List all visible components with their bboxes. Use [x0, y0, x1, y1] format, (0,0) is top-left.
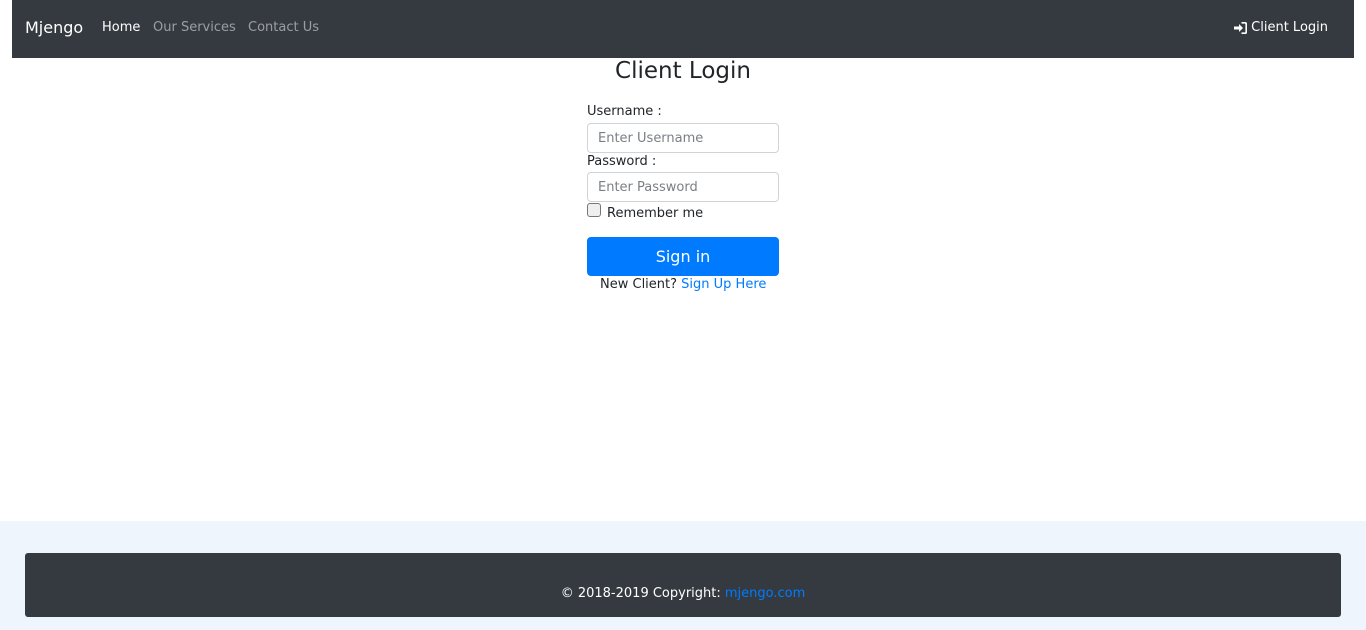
page-title: Client Login: [615, 58, 751, 84]
password-label: Password :: [587, 154, 657, 169]
sign-in-button[interactable]: Sign in: [587, 237, 779, 276]
username-label: Username :: [587, 104, 662, 119]
navbar: Mjengo Home Our Services Contact Us Clie…: [12, 0, 1354, 58]
footer: © 2018-2019 Copyright: mjengo.com: [25, 553, 1341, 617]
nav-link-our-services[interactable]: Our Services: [153, 20, 236, 36]
nav-link-contact-us[interactable]: Contact Us: [248, 20, 319, 36]
username-input[interactable]: [587, 123, 779, 153]
sign-up-link[interactable]: Sign Up Here: [681, 277, 766, 292]
copyright-text: © 2018-2019 Copyright:: [560, 586, 721, 601]
nav-client-login[interactable]: Client Login: [1234, 20, 1328, 36]
remember-me-label[interactable]: Remember me: [607, 206, 703, 222]
new-client-text: New Client?: [600, 277, 678, 292]
site-link[interactable]: mjengo.com: [725, 586, 805, 601]
nav-link-home[interactable]: Home: [102, 20, 140, 36]
brand-logo[interactable]: Mjengo: [25, 18, 83, 38]
new-client-prompt: New Client? Sign Up Here: [600, 277, 766, 293]
copyright: © 2018-2019 Copyright: mjengo.com: [25, 586, 1341, 602]
nav-client-login-label: Client Login: [1251, 20, 1328, 35]
remember-me-checkbox[interactable]: [587, 203, 601, 217]
password-input[interactable]: [587, 172, 779, 202]
sign-in-icon: [1234, 22, 1248, 34]
